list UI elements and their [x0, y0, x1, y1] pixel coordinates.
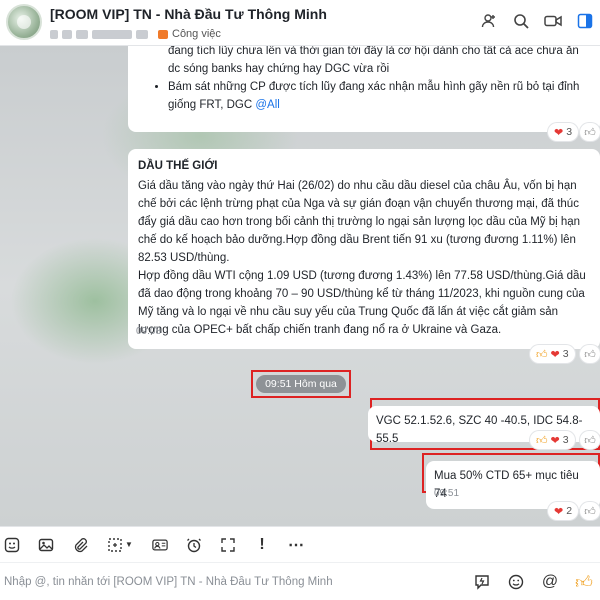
message-bubble[interactable]: DẦU THẾ GIỚI Giá dầu tăng vào ngày thứ H…: [128, 149, 600, 349]
chat-area[interactable]: đang tích lũy chưa lên và thời gian tới …: [0, 46, 600, 526]
composer-actions: @ 👍︎: [472, 572, 594, 592]
label-tag-icon: [158, 29, 168, 39]
expand-icon[interactable]: [220, 537, 236, 553]
sticker-icon[interactable]: [4, 537, 20, 553]
member-avatar-placeholder: [62, 29, 72, 39]
emoji-icon[interactable]: [506, 572, 526, 592]
reaction-badge[interactable]: ❤ 3: [548, 123, 579, 141]
reaction-count: 3: [566, 126, 573, 138]
image-icon[interactable]: [38, 537, 54, 553]
attachment-icon[interactable]: [72, 537, 88, 553]
message-bubble[interactable]: Mua 50% CTD 65+ mục tiêu 74 09:51: [426, 461, 600, 509]
heart-icon: ❤: [554, 505, 564, 518]
reaction-count: 2: [566, 505, 573, 517]
like-reaction-button[interactable]: 👍︎: [580, 345, 600, 363]
reaction-badge[interactable]: 👍︎ ❤ 3: [530, 345, 575, 363]
heart-icon: ❤: [554, 126, 564, 139]
list-item: Bám sát những CP được tích lũy đang xác …: [168, 78, 590, 114]
thumbs-up-icon: 👍︎: [536, 348, 548, 361]
header-actions: [480, 12, 594, 30]
heart-icon: ❤: [550, 348, 560, 361]
chevron-down-icon[interactable]: ▼: [125, 540, 133, 549]
thumbs-up-icon: 👍︎: [584, 505, 596, 518]
reaction-count: 3: [562, 434, 569, 446]
message-time: 09:08: [136, 326, 162, 337]
thumbs-up-icon: 👍︎: [584, 126, 596, 139]
search-icon[interactable]: [512, 12, 530, 30]
quick-message-icon[interactable]: [472, 572, 492, 592]
reaction-count: 3: [562, 348, 569, 360]
group-avatar[interactable]: [6, 4, 42, 40]
more-icon[interactable]: ⋯: [288, 537, 304, 554]
member-avatar-placeholder: [92, 29, 132, 39]
member-avatar-placeholder: [50, 29, 58, 39]
message-text: Giá dầu tăng vào ngày thứ Hai (26/02) do…: [138, 180, 586, 336]
message-bullet-list: Bám sát những CP được tích lũy đang xác …: [138, 78, 590, 114]
message-heading: DẦU THẾ GIỚI: [138, 160, 218, 172]
message-bubble[interactable]: đang tích lũy chưa lên và thời gian tới …: [128, 46, 600, 132]
like-icon[interactable]: 👍︎: [574, 572, 594, 592]
heart-icon: ❤: [550, 434, 560, 447]
like-reaction-button[interactable]: 👍︎: [580, 123, 600, 141]
video-call-icon[interactable]: [544, 12, 562, 30]
sidebar-toggle-icon[interactable]: [576, 12, 594, 30]
message-text: Bám sát những CP được tích lũy đang xác …: [168, 81, 580, 111]
group-label[interactable]: Công việc: [172, 28, 221, 40]
screenshot-icon[interactable]: ▼: [106, 537, 134, 553]
chat-header: [ROOM VIP] TN - Nhà Đầu Tư Thông Minh Cô…: [0, 0, 600, 46]
message-text: đang tích lũy chưa lên và thời gian tới …: [168, 46, 579, 75]
group-title[interactable]: [ROOM VIP] TN - Nhà Đầu Tư Thông Minh: [50, 6, 327, 22]
contact-card-icon[interactable]: [152, 537, 168, 553]
mention-link[interactable]: @All: [255, 99, 279, 111]
message-input[interactable]: [4, 573, 464, 591]
composer: @ 👍︎: [0, 562, 600, 600]
composer-toolbar: ▼ ! ⋯: [0, 526, 600, 562]
mention-icon[interactable]: @: [540, 572, 560, 592]
thumbs-up-icon: 👍︎: [584, 434, 596, 447]
member-avatar-placeholder: [76, 29, 88, 39]
like-reaction-button[interactable]: 👍︎: [580, 431, 600, 449]
reminder-icon[interactable]: [186, 537, 202, 553]
member-avatar-placeholder: [136, 29, 148, 39]
thumbs-up-icon: 👍︎: [584, 348, 596, 361]
date-separator: 09:51 Hôm qua: [256, 375, 346, 393]
reaction-badge[interactable]: 👍︎ ❤ 3: [530, 431, 575, 449]
header-subline: Công việc: [50, 27, 221, 41]
reaction-badge[interactable]: ❤ 2: [548, 502, 579, 520]
add-member-icon[interactable]: [480, 12, 498, 30]
message-time: 09:51: [434, 488, 460, 499]
like-reaction-button[interactable]: 👍︎: [580, 502, 600, 520]
thumbs-up-icon: 👍︎: [536, 434, 548, 447]
urgent-icon[interactable]: !: [254, 536, 270, 553]
